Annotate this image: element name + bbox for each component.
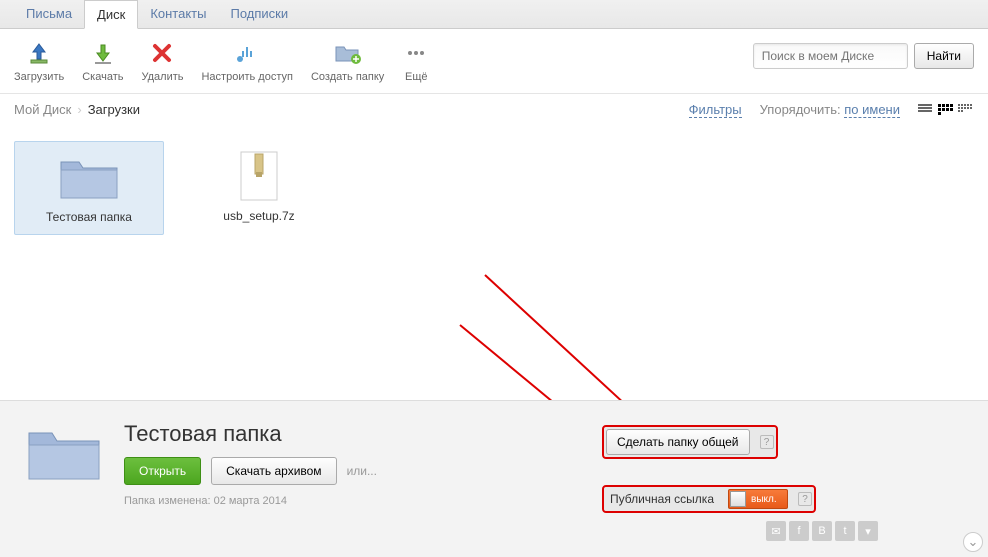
breadcrumb-sep: ›	[77, 102, 81, 117]
file-name: usb_setup.7z	[223, 209, 294, 223]
or-text[interactable]: или...	[347, 464, 377, 478]
view-switcher	[918, 104, 974, 116]
details-folder-icon	[24, 421, 104, 541]
breadcrumb-row: Мой Диск › Загрузки Фильтры Упорядочить:…	[0, 94, 988, 125]
upload-button[interactable]: Загрузить	[14, 39, 64, 83]
mail-share-icon[interactable]: ✉	[766, 521, 786, 541]
access-label: Настроить доступ	[201, 71, 292, 83]
access-icon	[233, 39, 261, 67]
public-link-row: Публичная ссылка выкл. ?	[604, 487, 814, 511]
more-button[interactable]: Ещё	[402, 39, 430, 83]
toggle-text: выкл.	[751, 494, 777, 505]
file-item-folder[interactable]: Тестовая папка	[14, 141, 164, 235]
more-share-icon[interactable]: ▾	[858, 521, 878, 541]
download-label: Скачать	[82, 71, 123, 83]
public-link-toggle[interactable]: выкл.	[728, 489, 788, 509]
sort-label: Упорядочить:	[760, 102, 841, 117]
file-item-archive[interactable]: usb_setup.7z	[184, 141, 334, 233]
upload-icon	[25, 39, 53, 67]
toolbar: Загрузить Скачать Удалить Настроить дост…	[0, 29, 988, 94]
download-archive-button[interactable]: Скачать архивом	[211, 457, 336, 485]
breadcrumb-root[interactable]: Мой Диск	[14, 102, 71, 117]
upload-label: Загрузить	[14, 71, 64, 83]
more-icon	[402, 39, 430, 67]
tab-contacts[interactable]: Контакты	[138, 0, 218, 28]
public-link-label: Публичная ссылка	[606, 490, 718, 508]
breadcrumb-current: Загрузки	[88, 102, 140, 117]
share-folder-button[interactable]: Сделать папку общей	[606, 429, 750, 455]
access-button[interactable]: Настроить доступ	[201, 39, 292, 83]
toggle-knob	[730, 491, 746, 507]
social-icons: ✉ f B t ▾	[604, 521, 884, 541]
help-icon[interactable]: ?	[798, 492, 812, 506]
filters-link[interactable]: Фильтры	[689, 102, 742, 118]
share-folder-row: Сделать папку общей ?	[604, 427, 776, 457]
archive-icon	[227, 151, 291, 201]
tab-subscriptions[interactable]: Подписки	[218, 0, 300, 28]
sort-value[interactable]: по имени	[844, 102, 900, 118]
view-list-icon[interactable]	[918, 104, 934, 116]
twitter-share-icon[interactable]: t	[835, 521, 855, 541]
search-input[interactable]	[753, 43, 908, 69]
file-name: Тестовая папка	[46, 210, 132, 224]
top-tabs: Письма Диск Контакты Подписки	[0, 0, 988, 29]
search-button[interactable]: Найти	[914, 43, 974, 69]
download-button[interactable]: Скачать	[82, 39, 123, 83]
delete-label: Удалить	[141, 71, 183, 83]
help-icon[interactable]: ?	[760, 435, 774, 449]
newfolder-button[interactable]: Создать папку	[311, 39, 384, 83]
details-panel: Тестовая папка Открыть Скачать архивом и…	[0, 400, 988, 557]
delete-button[interactable]: Удалить	[141, 39, 183, 83]
newfolder-label: Создать папку	[311, 71, 384, 83]
facebook-share-icon[interactable]: f	[789, 521, 809, 541]
view-small-icon[interactable]	[958, 104, 974, 116]
download-icon	[89, 39, 117, 67]
files-grid: Тестовая папка usb_setup.7z	[0, 125, 988, 251]
newfolder-icon	[334, 39, 362, 67]
open-button[interactable]: Открыть	[124, 457, 201, 485]
tab-mail[interactable]: Письма	[14, 0, 84, 28]
folder-icon	[57, 152, 121, 202]
expand-panel-button[interactable]: ⌄	[963, 532, 983, 552]
details-modified: Папка изменена: 02 марта 2014	[124, 495, 584, 507]
delete-icon	[148, 39, 176, 67]
details-title: Тестовая папка	[124, 421, 584, 447]
more-label: Ещё	[405, 71, 428, 83]
tab-disk[interactable]: Диск	[84, 0, 138, 29]
vk-share-icon[interactable]: B	[812, 521, 832, 541]
view-large-icon[interactable]	[938, 104, 954, 116]
